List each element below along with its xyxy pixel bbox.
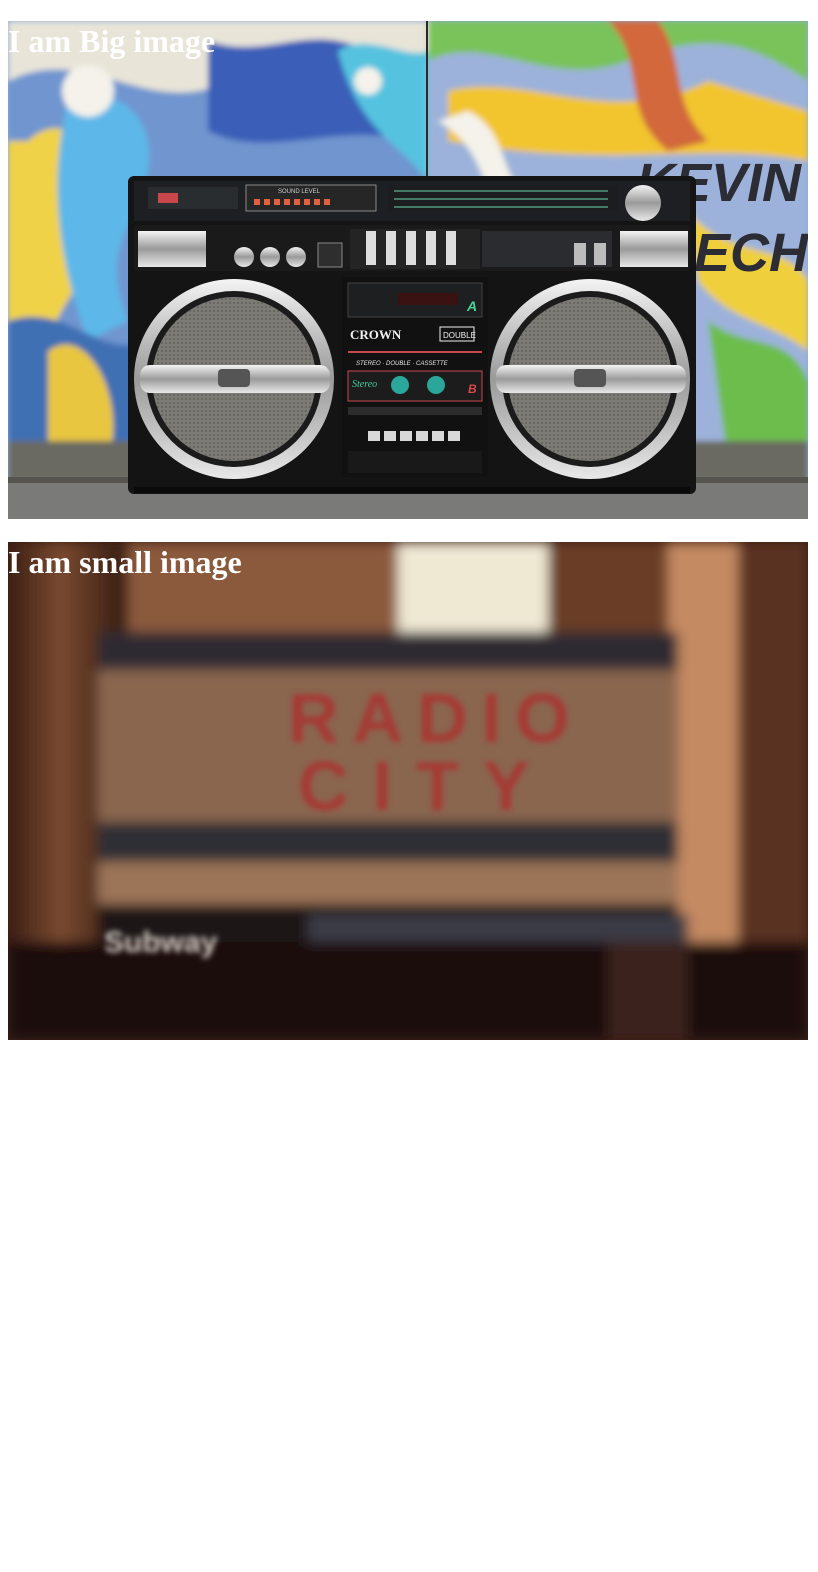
tuning-knob (625, 185, 661, 221)
big-image-panel: KEVIN ECH SOUND LEVEL A CROWN DOUBLE STE… (8, 21, 808, 519)
double-badge: DOUBLE (443, 331, 476, 340)
boombox: SOUND LEVEL A CROWN DOUBLE STEREO · DOUB… (128, 176, 696, 494)
boombox-photo: KEVIN ECH SOUND LEVEL A CROWN DOUBLE STE… (8, 21, 808, 519)
deck-a-label: A (466, 298, 477, 314)
right-speaker (490, 279, 690, 479)
cassette-panel: A CROWN DOUBLE STEREO · DOUBLE · CASSETT… (342, 277, 488, 477)
brand-label: CROWN (350, 327, 402, 342)
radio-city-photo: RADIO CITY Subway (8, 542, 808, 1040)
big-image-heading: I am Big image (8, 23, 216, 59)
deck-b-label: B (468, 382, 477, 396)
small-image-heading: I am small image (8, 544, 242, 580)
stereo-label: Stereo (352, 379, 377, 390)
left-speaker (134, 279, 334, 479)
sign-line-2: CITY (298, 747, 553, 825)
wall-text-2: ECH (694, 223, 808, 283)
band-label: STEREO · DOUBLE · CASSETTE (356, 361, 449, 367)
sign-line-1: RADIO (288, 679, 584, 757)
small-image-panel: RADIO CITY Subway I am small image (8, 542, 808, 1040)
sign-lower-text: Subway (104, 926, 218, 959)
meter-label: SOUND LEVEL (278, 189, 321, 195)
